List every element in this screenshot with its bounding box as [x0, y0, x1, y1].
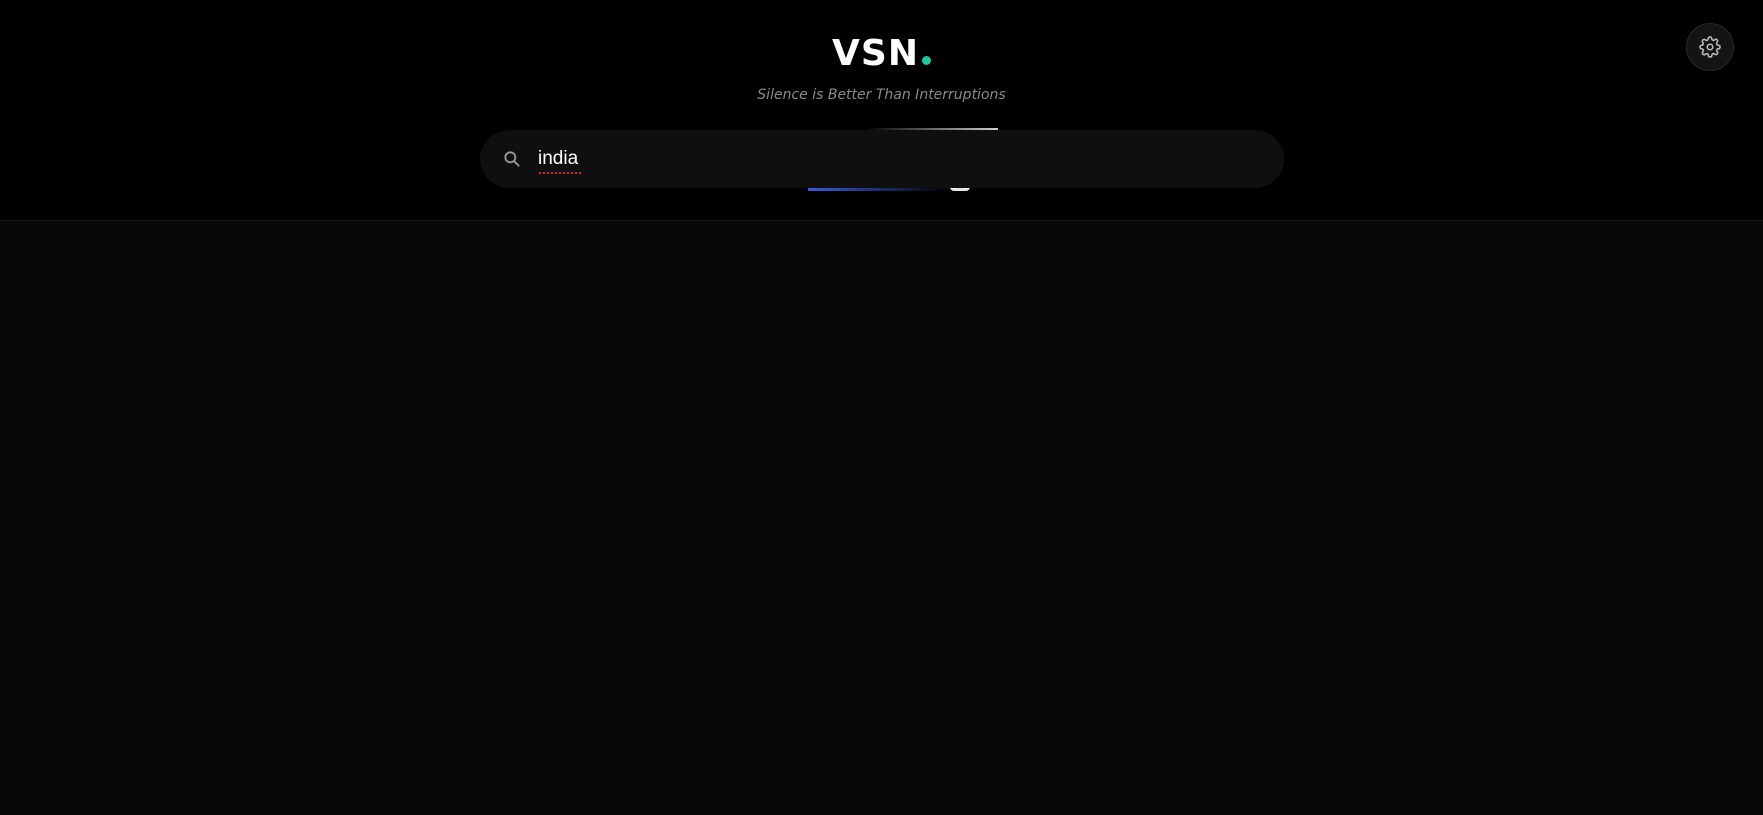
search-icon: [504, 151, 520, 167]
search-glow-bottom: [808, 188, 950, 191]
brand-dot: [921, 56, 931, 65]
header: VSN Silence is Better Than Interruptions: [0, 0, 1763, 221]
search-input[interactable]: [538, 142, 1258, 176]
tagline: Silence is Better Than Interruptions: [757, 87, 1006, 103]
brand-logo[interactable]: VSN: [0, 32, 1763, 76]
search-bar[interactable]: [480, 130, 1284, 188]
brand-name: VSN: [832, 33, 919, 74]
results-area: [0, 221, 1763, 815]
gear-icon: [1699, 36, 1721, 58]
settings-button[interactable]: [1686, 23, 1734, 71]
spellcheck-underline: [539, 172, 582, 175]
